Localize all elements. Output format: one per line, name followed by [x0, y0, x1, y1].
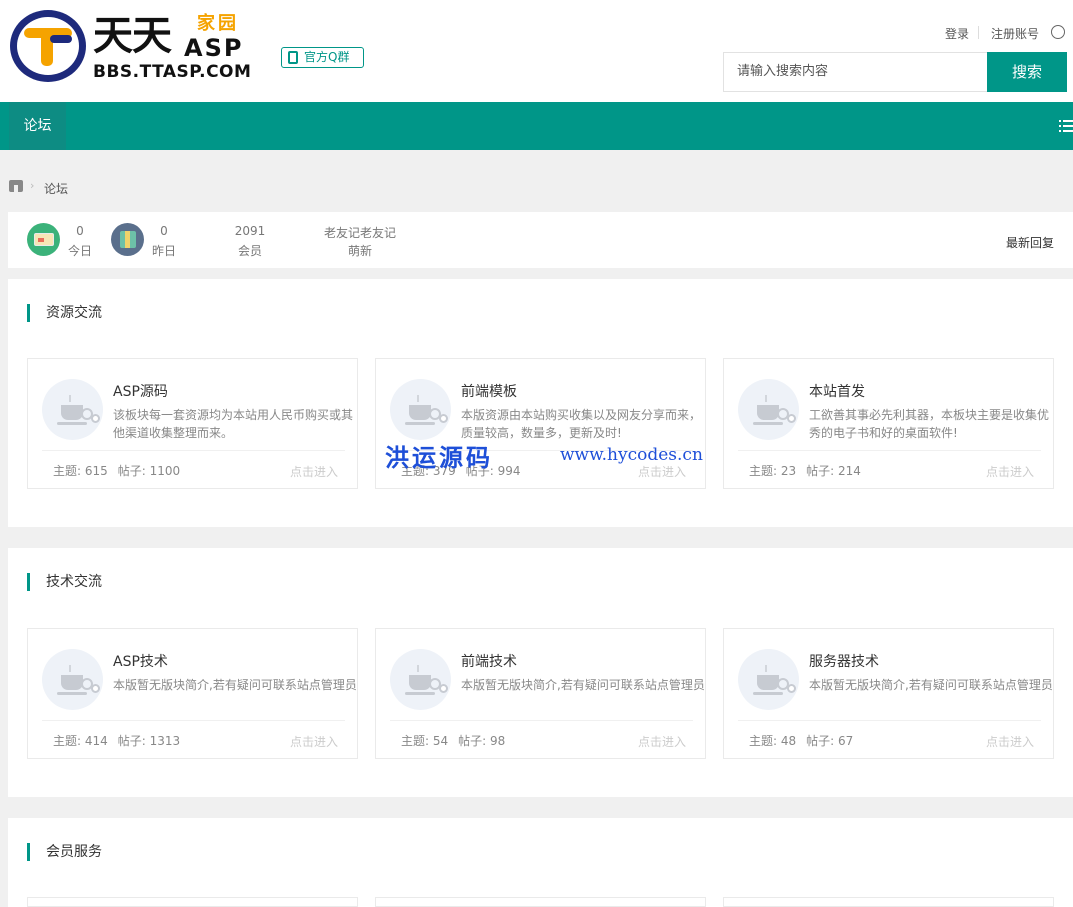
logo-asp: ASP: [184, 34, 244, 62]
section-member-services: 会员服务: [8, 818, 1073, 907]
forum-description: 该板块每一套资源均为本站用人民币购买或其他渠道收集整理而来。: [113, 408, 354, 440]
post-count: 1100: [149, 464, 181, 478]
forum-name[interactable]: 前端技术: [461, 651, 517, 671]
chevron-right-icon: ›: [30, 179, 35, 192]
section-tech: 技术交流 ASP技术 本版暂无版块简介,若有疑问可联系站点管理员 主题: 414…: [8, 548, 1073, 797]
stat-newest-label: 萌新: [347, 244, 372, 258]
enter-forum-link[interactable]: 点击进入: [986, 733, 1034, 750]
home-icon[interactable]: [9, 180, 23, 192]
forum-description: 工欲善其事必先利其器，本板块主要是收集优秀的电子书和好的桌面软件!: [809, 408, 1050, 440]
calendar-card-icon: [27, 223, 60, 256]
qq-group-label: 官方Q群: [304, 50, 350, 64]
forum-meta: 主题: 54 帖子: 98: [401, 734, 506, 748]
enter-forum-link[interactable]: 点击进入: [290, 733, 338, 750]
breadcrumb-current[interactable]: 论坛: [44, 180, 68, 197]
post-count: 67: [838, 734, 854, 748]
forum-name[interactable]: 服务器技术: [809, 651, 879, 671]
forum-meta: 主题: 414 帖子: 1313: [53, 734, 181, 748]
topic-count: 54: [432, 734, 449, 748]
forum-card[interactable]: 前端技术 本版暂无版块简介,若有疑问可联系站点管理员 主题: 54 帖子: 98 …: [375, 628, 706, 759]
coffee-cup-icon: [753, 405, 789, 425]
user-links: 登录 注册账号: [933, 23, 1073, 43]
coffee-cup-icon: [753, 675, 789, 695]
watermark-url: www.hycodes.cn: [560, 445, 703, 465]
forum-avatar: [42, 649, 103, 710]
topic-count: 48: [780, 734, 797, 748]
stat-today-label: 今日: [67, 244, 92, 258]
stat-yesterday-value: 0: [160, 224, 168, 238]
logo-name: 天天: [93, 13, 172, 59]
search-button[interactable]: 搜索: [987, 52, 1067, 92]
forum-description: 本版暂无版块简介,若有疑问可联系站点管理员: [809, 678, 1053, 692]
stat-yesterday-label: 昨日: [151, 244, 176, 258]
topic-count: 615: [84, 464, 108, 478]
section-resources: 资源交流 ASP源码 该板块每一套资源均为本站用人民币购买或其他渠道收集整理而来…: [8, 279, 1073, 527]
post-count: 1313: [149, 734, 181, 748]
forum-name[interactable]: 前端模板: [461, 381, 517, 401]
forum-meta: 主题: 48 帖子: 67: [749, 734, 854, 748]
logo-suffix: 家园: [197, 13, 239, 34]
latest-replies-link[interactable]: 最新回复: [1006, 234, 1054, 251]
stat-members-label: 会员: [237, 244, 262, 258]
enter-forum-link[interactable]: 点击进入: [290, 463, 338, 480]
forum-description: 本版暂无版块简介,若有疑问可联系站点管理员: [113, 678, 357, 692]
forum-card[interactable]: [375, 897, 706, 907]
post-count: 98: [490, 734, 506, 748]
main-nav: 论坛: [0, 102, 1073, 150]
forum-meta: 主题: 615 帖子: 1100: [53, 464, 181, 478]
coffee-cup-icon: [405, 675, 441, 695]
forum-description: 本版资源由本站购买收集以及网友分享而来，质量较高，数量多，更新及时!: [461, 408, 702, 440]
enter-forum-link[interactable]: 点击进入: [638, 463, 686, 480]
section-title: 资源交流: [27, 304, 102, 322]
link-divider: [978, 26, 979, 39]
forum-name[interactable]: 本站首发: [809, 381, 865, 401]
qq-group-button[interactable]: 官方Q群: [281, 47, 364, 68]
forum-card[interactable]: ASP技术 本版暂无版块简介,若有疑问可联系站点管理员 主题: 414 帖子: 1…: [27, 628, 358, 759]
logo-emblem-icon: [10, 10, 86, 82]
coffee-cup-icon: [405, 405, 441, 425]
search-input[interactable]: 请输入搜索内容: [723, 52, 988, 92]
topic-count: 414: [84, 734, 108, 748]
palette-icon[interactable]: [1051, 25, 1065, 39]
watermark-text: 洪运源码: [385, 443, 493, 472]
enter-forum-link[interactable]: 点击进入: [638, 733, 686, 750]
newest-member-link[interactable]: 老友记老友记: [316, 224, 404, 241]
forum-avatar: [390, 649, 451, 710]
map-icon: [111, 223, 144, 256]
section-title: 技术交流: [27, 573, 102, 591]
section-title: 会员服务: [27, 843, 102, 861]
phone-icon: [288, 51, 298, 64]
site-logo[interactable]: 天天 家园 ASP BBS.TTASP.COM: [10, 10, 255, 84]
post-count: 994: [497, 464, 521, 478]
forum-description: 本版暂无版块简介,若有疑问可联系站点管理员: [461, 678, 705, 692]
nav-item-forum[interactable]: 论坛: [9, 102, 66, 150]
topic-count: 23: [780, 464, 797, 478]
register-link[interactable]: 注册账号: [991, 25, 1039, 42]
coffee-cup-icon: [57, 405, 93, 425]
forum-avatar: [390, 379, 451, 440]
header: 天天 家园 ASP BBS.TTASP.COM 官方Q群 登录 注册账号 请输入…: [0, 0, 1073, 102]
forum-card[interactable]: 服务器技术 本版暂无版块简介,若有疑问可联系站点管理员 主题: 48 帖子: 67…: [723, 628, 1054, 759]
forum-avatar: [42, 379, 103, 440]
forum-card[interactable]: [27, 897, 358, 907]
enter-forum-link[interactable]: 点击进入: [986, 463, 1034, 480]
logo-url: BBS.TTASP.COM: [93, 62, 252, 82]
forum-card[interactable]: ASP源码 该板块每一套资源均为本站用人民币购买或其他渠道收集整理而来。 主题:…: [27, 358, 358, 489]
forum-avatar: [738, 379, 799, 440]
menu-list-icon[interactable]: [1059, 120, 1073, 132]
forum-avatar: [738, 649, 799, 710]
stat-today-value: 0: [76, 224, 84, 238]
forum-card[interactable]: [723, 897, 1054, 907]
forum-meta: 主题: 23 帖子: 214: [749, 464, 861, 478]
forum-name[interactable]: ASP技术: [113, 651, 168, 671]
login-link[interactable]: 登录: [945, 25, 969, 42]
forum-stats: 0 今日 0 昨日 2091 会员 老友记老友记 萌新 最新回复: [8, 212, 1073, 268]
post-count: 214: [838, 464, 861, 478]
forum-name[interactable]: ASP源码: [113, 381, 168, 401]
coffee-cup-icon: [57, 675, 93, 695]
stat-members-value: 2091: [234, 224, 266, 238]
forum-card[interactable]: 本站首发 工欲善其事必先利其器，本板块主要是收集优秀的电子书和好的桌面软件! 主…: [723, 358, 1054, 489]
